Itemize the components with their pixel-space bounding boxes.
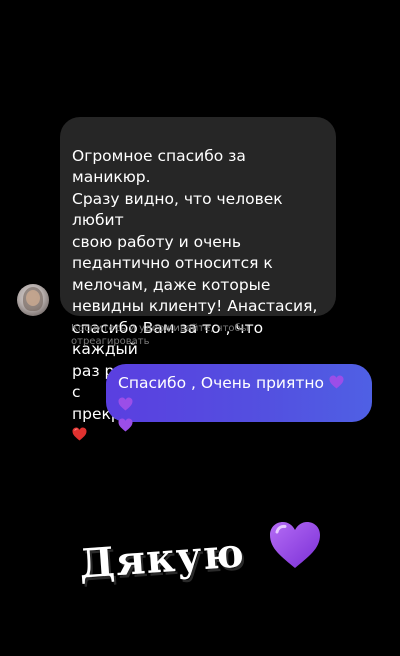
purple-heart-icon (329, 375, 344, 389)
purple-heart-icon (118, 418, 133, 432)
purple-heart-sticker-icon[interactable] (268, 520, 322, 570)
outgoing-message-bubble[interactable]: Спасибо , Очень приятно (106, 364, 372, 432)
reaction-hint: Коснитесь и удерживайте, чтобы отреагиро… (71, 323, 249, 347)
red-heart-icon (72, 427, 87, 441)
outgoing-message-text: Спасибо , Очень приятно (118, 374, 324, 392)
incoming-message-bubble[interactable]: Огромное спасибо за маникюр. Сразу видно… (60, 117, 336, 441)
purple-heart-icon (118, 396, 133, 411)
sticker-text[interactable]: Дякую (78, 529, 247, 587)
avatar-face (26, 290, 40, 306)
sender-avatar[interactable] (17, 284, 49, 316)
